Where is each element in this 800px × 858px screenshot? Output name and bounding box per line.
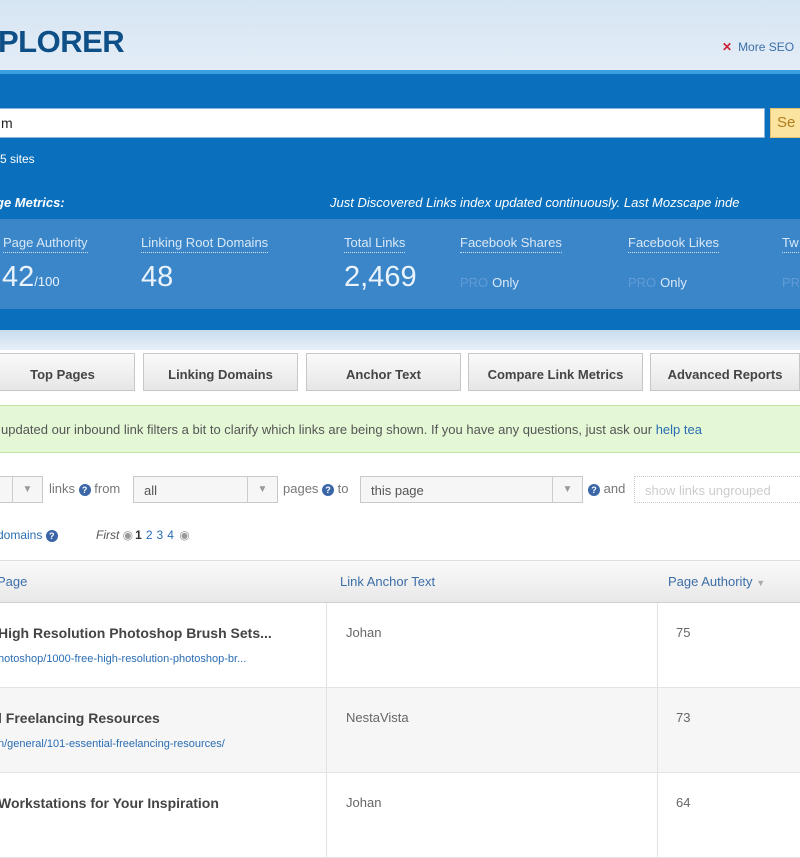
filter-links-label: links ? from [49, 481, 121, 496]
page-title-link[interactable]: l Freelancing Resources [0, 710, 160, 726]
prev-page-icon[interactable]: ◉ [123, 528, 133, 542]
from-select[interactable]: all ▼ [133, 476, 278, 503]
page-2[interactable]: 2 [146, 528, 153, 542]
metric-label-facebook-likes[interactable]: Facebook Likes [628, 235, 720, 253]
domains-link[interactable]: domains ? [0, 528, 58, 542]
page-4[interactable]: 4 [167, 528, 174, 542]
more-seo-link[interactable]: ✕ More SEO [722, 40, 794, 54]
pagination: First ◉ 1 2 3 4 ◉ [96, 528, 190, 542]
search-band: m Se 5 sites ge Metrics: Just Discovered… [0, 70, 800, 330]
help-icon[interactable]: ? [588, 483, 600, 496]
table-row: Workstations for Your Inspiration Johan … [0, 773, 800, 858]
more-seo-label: More SEO [738, 40, 795, 54]
page-metrics-heading: ge Metrics: [0, 195, 65, 210]
metric-value-linking-root-domains: 48 [141, 261, 174, 293]
metric-value-total-links: 2,469 [344, 261, 417, 293]
metric-label-total-links[interactable]: Total Links [344, 235, 406, 253]
page-title-link[interactable]: High Resolution Photoshop Brush Sets... [0, 625, 272, 641]
search-button[interactable]: Se [770, 108, 800, 138]
page-authority-value: 73 [676, 710, 691, 725]
sort-desc-icon: ▼ [756, 578, 766, 588]
column-page[interactable]: Page [0, 574, 27, 589]
index-note: Just Discovered Links index updated cont… [330, 195, 740, 210]
help-icon[interactable]: ? [78, 483, 91, 496]
to-select[interactable]: this page ▼ [360, 476, 583, 503]
tab-advanced-reports[interactable]: Advanced Reports [650, 353, 800, 391]
notice-banner: updated our inbound link filters a bit t… [0, 405, 800, 453]
band-bottom [0, 330, 800, 350]
table-header: Page Link Anchor Text Page Authority ▼ [0, 560, 800, 603]
column-page-authority[interactable]: Page Authority ▼ [668, 574, 765, 589]
filter-pages-label: pages ? to [283, 481, 349, 496]
app-logo: PLORER [0, 24, 125, 59]
metric-label-page-authority[interactable]: Page Authority [3, 235, 88, 253]
chevron-down-icon: ▼ [552, 477, 582, 502]
metric-label-tweets[interactable]: Tw [782, 235, 799, 253]
tab-compare-link-metrics[interactable]: Compare Link Metrics [468, 353, 643, 391]
help-team-link[interactable]: help tea [656, 422, 702, 437]
help-icon[interactable]: ? [322, 483, 335, 496]
page-authority-value: 64 [676, 795, 691, 810]
x-icon: ✕ [722, 40, 733, 54]
grouping-select[interactable]: show links ungrouped [634, 476, 800, 503]
page-1: 1 [135, 528, 142, 542]
metric-value-page-authority: 42/100 [2, 261, 60, 293]
filter-and-label: ? and [588, 481, 625, 496]
tab-top-pages[interactable]: Top Pages [0, 353, 135, 391]
pro-only-facebook-likes: PRO Only [628, 275, 687, 290]
pro-only-facebook-shares: PRO Only [460, 275, 519, 290]
metric-label-linking-root-domains[interactable]: Linking Root Domains [141, 235, 269, 253]
chevron-down-icon: ▼ [247, 477, 277, 502]
notice-text: updated our inbound link filters a bit t… [1, 422, 656, 437]
link-type-select[interactable]: ▼ [0, 476, 43, 503]
page-url-link[interactable]: n/general/101-essential-freelancing-reso… [0, 738, 225, 750]
metric-label-facebook-shares[interactable]: Facebook Shares [460, 235, 562, 253]
page-title-link[interactable]: Workstations for Your Inspiration [0, 795, 219, 811]
anchor-text: Johan [346, 795, 382, 810]
tab-linking-domains[interactable]: Linking Domains [143, 353, 298, 391]
next-page-icon[interactable]: ◉ [179, 528, 189, 542]
first-label: First [96, 528, 120, 542]
header: PLORER ✕ More SEO [0, 0, 800, 70]
table-row: High Resolution Photoshop Brush Sets... h… [0, 603, 800, 688]
page-3[interactable]: 3 [157, 528, 164, 542]
table-row: l Freelancing Resources n/general/101-ess… [0, 688, 800, 773]
sites-count: 5 sites [0, 152, 35, 166]
metrics-panel: Page Authority 42/100 Linking Root Domai… [0, 219, 800, 309]
page-authority-value: 75 [676, 625, 691, 640]
column-link-anchor-text[interactable]: Link Anchor Text [340, 574, 435, 589]
chevron-down-icon: ▼ [12, 477, 42, 502]
anchor-text: Johan [346, 625, 382, 640]
anchor-text: NestaVista [346, 710, 409, 725]
tab-anchor-text[interactable]: Anchor Text [306, 353, 461, 391]
page-url-link[interactable]: hotoshop/1000-free-high-resolution-photo… [0, 653, 246, 665]
help-icon[interactable]: ? [45, 529, 58, 542]
url-search-input[interactable]: m [0, 108, 765, 138]
pro-only-tweets: PRO [782, 275, 800, 290]
